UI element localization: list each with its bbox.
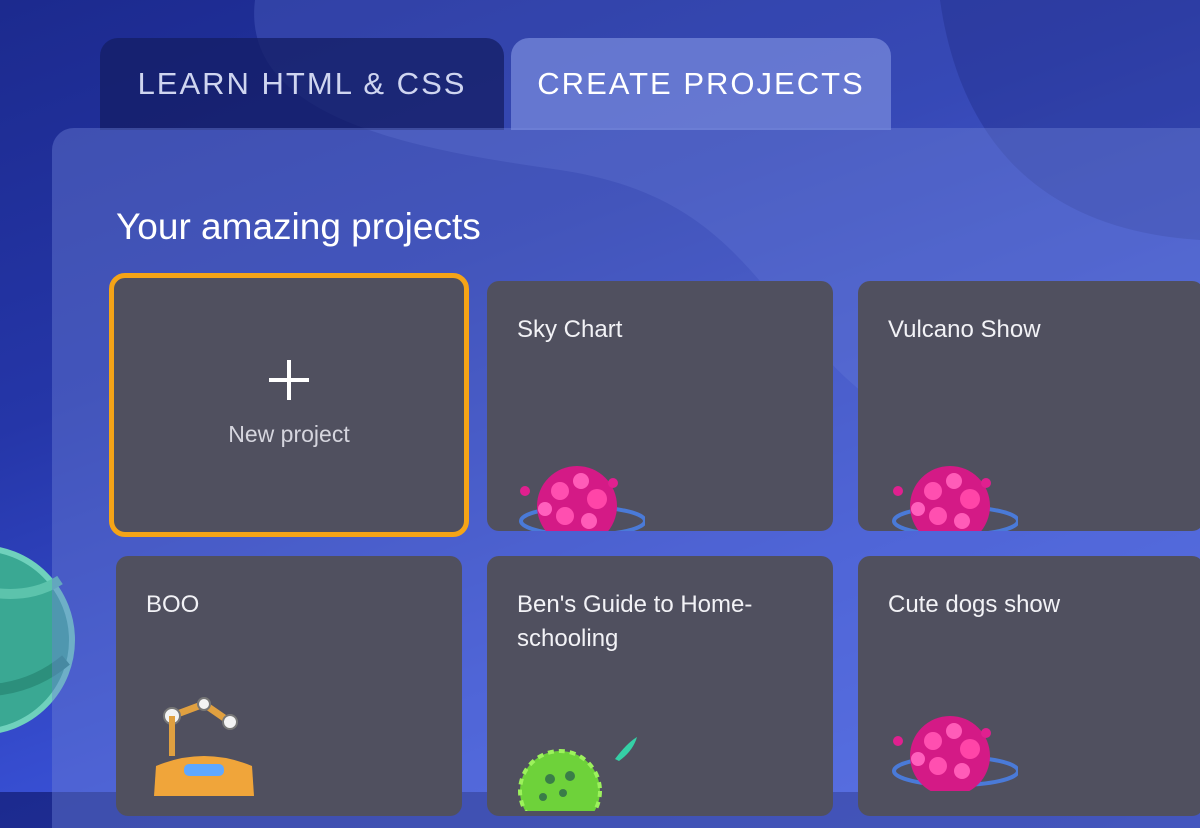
- pink-planet-icon: [892, 466, 1018, 531]
- new-project-card[interactable]: New project: [109, 273, 469, 537]
- plus-icon: [114, 358, 464, 408]
- project-card-sky-chart[interactable]: Sky Chart: [487, 281, 833, 531]
- project-card-cute-dogs-show[interactable]: Cute dogs show: [858, 556, 1200, 816]
- project-card-bens-guide[interactable]: Ben's Guide to Home-schooling: [487, 556, 833, 816]
- project-title: Cute dogs show: [888, 591, 1061, 618]
- new-project-label: New project: [228, 421, 350, 447]
- pink-planet-icon: [892, 716, 1018, 791]
- pink-planet-icon: [519, 466, 645, 531]
- tab-learn-html-css[interactable]: LEARN HTML & CSS: [100, 38, 504, 130]
- robot-icon: [154, 697, 254, 796]
- tab-create-projects[interactable]: CREATE PROJECTS: [511, 38, 891, 130]
- project-title: Ben's Guide to Home-schooling: [517, 591, 753, 652]
- section-title: Your amazing projects: [116, 206, 481, 247]
- project-card-boo[interactable]: BOO: [116, 556, 462, 816]
- project-title: Sky Chart: [517, 316, 623, 343]
- project-title: Vulcano Show: [888, 316, 1041, 343]
- project-title: BOO: [146, 591, 200, 618]
- green-planet-icon: [518, 737, 637, 811]
- project-card-vulcano-show[interactable]: Vulcano Show: [858, 281, 1200, 531]
